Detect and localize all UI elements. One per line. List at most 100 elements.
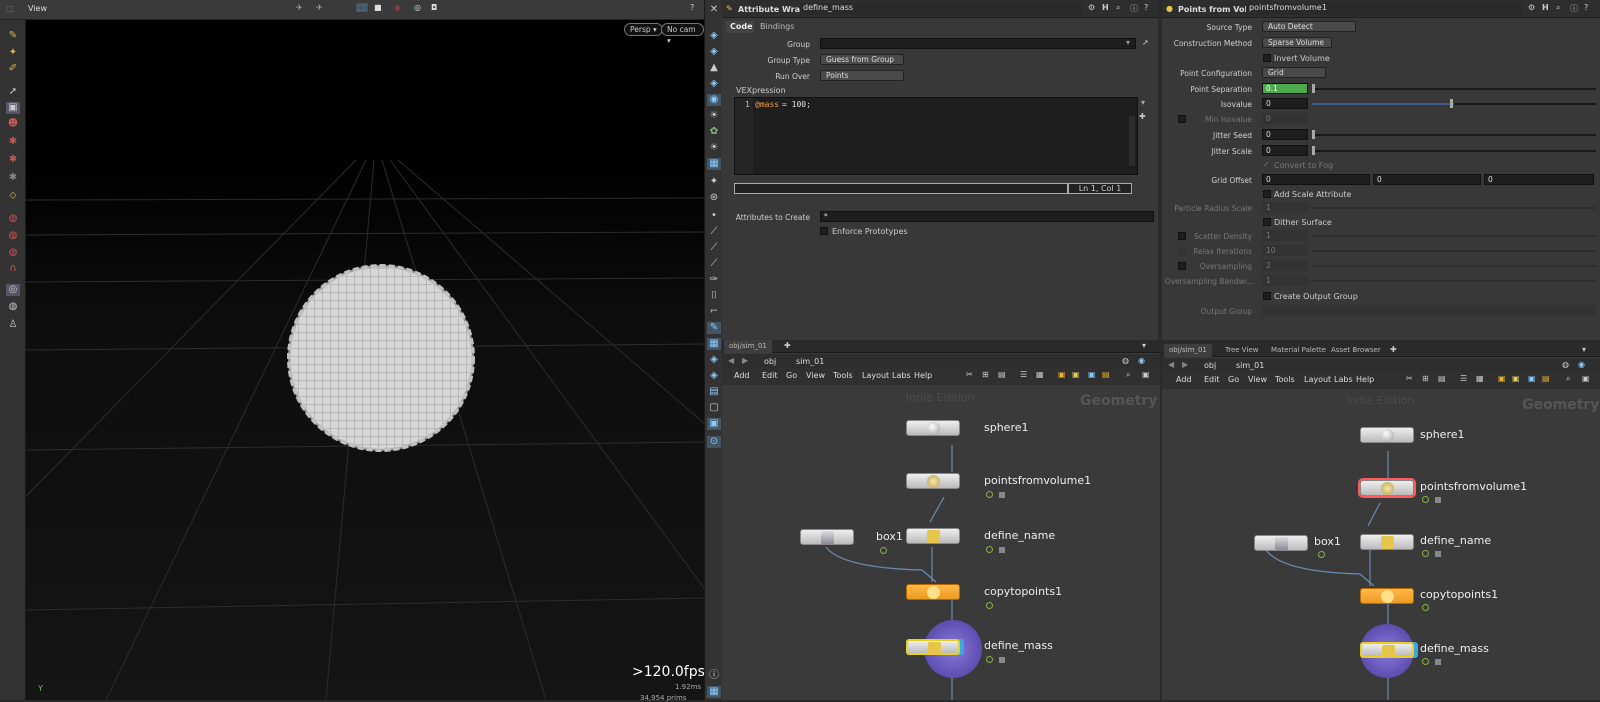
particle-radius-field[interactable]: 1	[1262, 202, 1308, 213]
camera-view-icon[interactable]: ✦	[707, 176, 721, 188]
convert-fog-checkmark-icon[interactable]: ✓	[1263, 160, 1270, 169]
houdini-icon[interactable]: H	[1102, 3, 1109, 12]
node-box1[interactable]	[1254, 535, 1308, 551]
grid-offset-y[interactable]: 0	[1373, 174, 1481, 185]
grid-offset-x[interactable]: 0	[1262, 174, 1370, 185]
network-editor-right[interactable]: obj/sim_01 Tree View Material Palette As…	[1162, 344, 1600, 700]
wireframe-icon[interactable]: ◈	[707, 78, 721, 90]
jitter-scale-slider[interactable]	[1312, 150, 1596, 152]
ghost-icon[interactable]: ✿	[707, 126, 721, 138]
point-icon[interactable]: •	[707, 210, 721, 222]
normal-icon[interactable]: ⟋	[707, 226, 721, 238]
display-mode-icon[interactable]: ■	[374, 3, 382, 12]
frame-icon[interactable]: ▤	[707, 386, 721, 398]
background-icon[interactable]: ☀	[707, 142, 721, 154]
grid-icon[interactable]: ▦	[707, 158, 721, 170]
scale-tool-icon[interactable]: ✱	[6, 172, 20, 184]
scatter-density-slider[interactable]	[1312, 235, 1596, 237]
min-isovalue-field[interactable]: 0	[1262, 113, 1308, 124]
dither-surface-checkbox[interactable]	[1263, 218, 1271, 226]
grid-snap-view-icon[interactable]: ▦	[707, 338, 721, 350]
transform-mode-icon[interactable]: ✈	[316, 3, 323, 12]
node-define_mass[interactable]	[906, 639, 960, 655]
select-tool-icon[interactable]: ✦	[6, 47, 20, 59]
display-geometry-icon[interactable]: ◈	[707, 30, 721, 42]
grid-snap-icon[interactable]: ◍	[6, 230, 20, 242]
select-mode-icon[interactable]: ✈	[296, 3, 303, 12]
node-sphere1[interactable]	[906, 420, 960, 436]
help-icon[interactable]: ?	[690, 3, 694, 12]
crop-icon[interactable]: ⌐	[707, 306, 721, 318]
attributes-to-create-field[interactable]: *	[820, 211, 1154, 222]
relax-iterations-slider[interactable]	[1312, 250, 1596, 252]
select-arrow-icon[interactable]: ➚	[1142, 38, 1149, 47]
node-pointsfromvolume1[interactable]	[1358, 478, 1416, 498]
snap-tool-icon[interactable]: ◍	[6, 213, 20, 225]
move-tool-icon[interactable]: ⬦	[6, 190, 20, 202]
isovalue-handle[interactable]	[1450, 99, 1453, 108]
node-define_mass[interactable]	[1360, 642, 1414, 658]
ortho-icon[interactable]: ◈	[707, 354, 721, 366]
tab-code[interactable]: Code	[726, 21, 754, 33]
hand-tool-icon[interactable]: ♙	[6, 319, 20, 331]
oversampling-slider[interactable]	[1312, 265, 1596, 267]
node-pointsfromvolume1[interactable]	[906, 473, 960, 489]
light-icon[interactable]: ☀	[707, 110, 721, 122]
node-lock-pfv-icon[interactable]	[1435, 497, 1441, 503]
node-lock-define_name-icon[interactable]	[999, 547, 1005, 553]
jitter-scale-handle[interactable]	[1312, 146, 1315, 155]
material-icon[interactable]: ◈	[707, 370, 721, 382]
gear-icon[interactable]: ⚙	[1088, 3, 1095, 12]
vector-icon[interactable]: ⊛	[707, 192, 721, 204]
node-copytopoints1[interactable]	[1360, 588, 1414, 604]
oversampling-bandwidth-field[interactable]: 1	[1262, 275, 1308, 286]
grid-offset-z[interactable]: 0	[1484, 174, 1594, 185]
jitter-seed-field[interactable]: 0	[1262, 129, 1308, 140]
enforce-prototypes-checkbox[interactable]	[820, 227, 828, 235]
view-tool-icon[interactable]: ☻	[6, 118, 20, 130]
point-snap-icon[interactable]: ◍	[6, 247, 20, 259]
oversampling-field[interactable]: 2	[1262, 260, 1308, 271]
create-output-group-checkbox[interactable]	[1263, 292, 1271, 300]
camera-icon[interactable]: ◎	[414, 3, 421, 12]
group-dropdown-icon[interactable]: ▾	[1126, 38, 1130, 47]
info-icon[interactable]: ⓘ	[707, 670, 721, 682]
stats-icon[interactable]: ▦	[707, 686, 721, 698]
node-copytopoints1[interactable]	[906, 584, 960, 600]
point-separation-field[interactable]: 0.1	[1262, 83, 1308, 94]
pointer-tool-icon[interactable]: ➚	[6, 86, 20, 98]
network-editor-left[interactable]: obj/sim_01 ✚ ▾ ◀ ▶ obj sim_01 ◍ ◉ Add Ed…	[722, 340, 1160, 700]
pin-icon[interactable]: ⊙	[707, 436, 721, 448]
edge-icon[interactable]: ⟋	[707, 242, 721, 254]
source-type-menu[interactable]: Auto Detect	[1262, 21, 1356, 32]
node-define_name[interactable]	[906, 528, 960, 544]
lock-tool-icon[interactable]: ▣	[6, 102, 20, 114]
pose-tool-icon[interactable]: ✱	[6, 136, 20, 148]
rotate-tool-icon[interactable]: ✱	[6, 154, 20, 166]
render-icon[interactable]: ◉	[394, 3, 401, 12]
orbit-tool-icon[interactable]: ◎	[6, 284, 20, 296]
particle-radius-slider[interactable]	[1312, 207, 1596, 209]
invert-volume-checkbox[interactable]	[1263, 54, 1271, 62]
node-lock-define_mass-icon[interactable]	[999, 657, 1005, 663]
point-config-menu[interactable]: Grid	[1262, 67, 1326, 78]
shaded-icon[interactable]: ◉	[707, 94, 721, 106]
houdini-icon[interactable]: H	[1542, 3, 1549, 12]
snap-mode-icon[interactable]: ⬚	[356, 3, 368, 12]
viewport-canvas[interactable]	[26, 20, 704, 700]
brush-tool-icon[interactable]: ✐	[6, 63, 20, 75]
run-over-menu[interactable]: Points	[820, 70, 904, 81]
scene-viewport[interactable]: ⬚ View ✈ ✈ ⬚ ■ ◉ ◎ ◘ ? ✎ ✦ ✐ ➚ ▣ ☻ ✱ ✱ ✱…	[0, 0, 705, 702]
node-box1[interactable]	[800, 529, 854, 545]
help-icon[interactable]: ?	[1584, 3, 1588, 12]
close-icon[interactable]: ✕	[707, 4, 721, 16]
camera-button[interactable]: No cam ▾	[661, 23, 704, 45]
search-icon[interactable]: ⌕	[1556, 3, 1560, 13]
vex-code-editor[interactable]: 1 @mass = 100;	[734, 97, 1138, 175]
magnet-icon[interactable]: ∩	[6, 263, 20, 275]
node-lock-define_mass-icon[interactable]	[1435, 659, 1441, 665]
group-field[interactable]	[820, 38, 1136, 49]
node-lock-define_name-icon[interactable]	[1435, 551, 1441, 557]
search-icon[interactable]: ⌕	[1116, 3, 1120, 13]
code-scrollbar[interactable]	[1129, 116, 1135, 166]
